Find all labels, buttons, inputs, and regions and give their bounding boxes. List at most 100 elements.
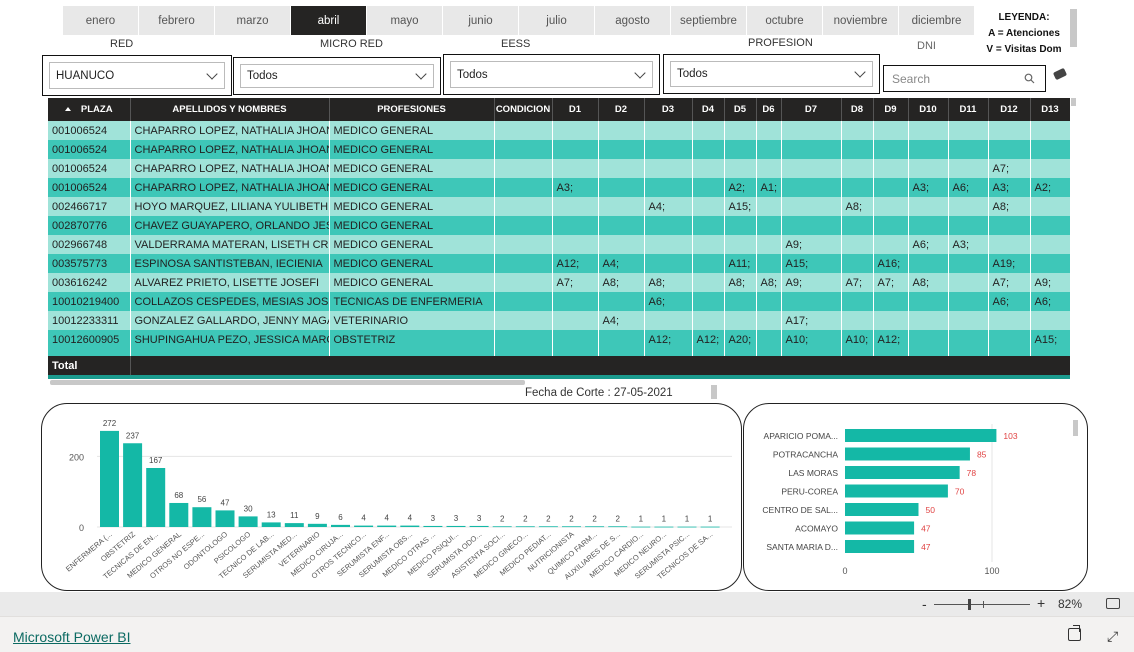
- bar[interactable]: [354, 525, 374, 527]
- zoom-out-button[interactable]: -: [922, 596, 927, 612]
- chart-scrollbar[interactable]: [1073, 420, 1078, 436]
- column-header-d3[interactable]: D3: [644, 98, 693, 121]
- month-mayo[interactable]: mayo: [367, 6, 442, 35]
- zoom-slider-track[interactable]: [934, 604, 1030, 605]
- zoom-slider-thumb[interactable]: [968, 599, 971, 610]
- profesion-dropdown[interactable]: Todos: [663, 54, 880, 94]
- table-cell: [724, 216, 757, 235]
- eess-dropdown[interactable]: Todos: [443, 54, 660, 95]
- bar[interactable]: [400, 525, 420, 527]
- bar[interactable]: [515, 526, 535, 528]
- column-header-d11[interactable]: D11: [948, 98, 989, 121]
- bar[interactable]: [492, 526, 512, 528]
- bar[interactable]: [377, 525, 397, 527]
- bar[interactable]: [700, 526, 720, 528]
- table-row[interactable]: 001006524 CHAPARRO LOPEZ, NATHALIA JHOAN M…: [48, 159, 1070, 178]
- bar[interactable]: [100, 430, 119, 527]
- table-row[interactable]: 10010219400 COLLAZOS CESPEDES, MESIAS JOS…: [48, 292, 1070, 311]
- bar[interactable]: [261, 522, 281, 527]
- month-julio[interactable]: julio: [519, 6, 594, 35]
- month-marzo[interactable]: marzo: [215, 6, 290, 35]
- table-row[interactable]: 001006524 CHAPARRO LOPEZ, NATHALIA JHOAN M…: [48, 178, 1070, 197]
- column-header-d1[interactable]: D1: [552, 98, 599, 121]
- zoom-in-button[interactable]: +: [1037, 595, 1045, 611]
- bar[interactable]: [169, 502, 189, 527]
- table-row[interactable]: 002466717 HOYO MARQUEZ, LILIANA YULIBETH M…: [48, 197, 1070, 216]
- column-header-d7[interactable]: D7: [781, 98, 842, 121]
- fit-page-icon[interactable]: [1106, 598, 1120, 609]
- month-febrero[interactable]: febrero: [139, 6, 214, 35]
- fecha-scrollbar[interactable]: [711, 385, 717, 399]
- bar[interactable]: [123, 443, 143, 527]
- table-horizontal-scrollbar[interactable]: [50, 380, 525, 385]
- column-header-d10[interactable]: D10: [908, 98, 949, 121]
- bar[interactable]: [845, 521, 915, 535]
- bar[interactable]: [654, 526, 674, 528]
- micro-red-dropdown[interactable]: Todos: [233, 57, 441, 95]
- bar[interactable]: [631, 526, 651, 528]
- bar[interactable]: [845, 447, 970, 461]
- bar[interactable]: [562, 526, 581, 528]
- bar[interactable]: [845, 540, 915, 553]
- bar[interactable]: [446, 525, 466, 527]
- month-octubre[interactable]: octubre: [747, 6, 822, 35]
- red-dropdown[interactable]: HUANUCO: [42, 55, 232, 96]
- column-header-d13[interactable]: D13: [1030, 98, 1070, 121]
- bar[interactable]: [677, 526, 697, 528]
- bar[interactable]: [538, 526, 558, 528]
- column-header-d8[interactable]: D8: [841, 98, 874, 121]
- bar[interactable]: [307, 523, 327, 527]
- sort-ascending-icon[interactable]: [64, 107, 71, 112]
- bar[interactable]: [215, 510, 235, 527]
- dni-search-input[interactable]: Search: [883, 65, 1046, 92]
- month-abril[interactable]: abril: [291, 6, 366, 35]
- month-junio[interactable]: junio: [443, 6, 518, 35]
- bar[interactable]: [845, 466, 960, 479]
- table-cell: [1030, 159, 1070, 178]
- table-row[interactable]: 10012600905 SHUPINGAHUA PEZO, JESSICA MAR…: [48, 330, 1070, 349]
- month-agosto[interactable]: agosto: [595, 6, 670, 35]
- column-header-d5[interactable]: D5: [724, 98, 757, 121]
- table-vertical-scrollbar[interactable]: [1071, 98, 1076, 106]
- table-row[interactable]: 003575773 ESPINOSA SANTISTEBAN, IECIENIA M…: [48, 254, 1070, 273]
- bar[interactable]: [423, 525, 443, 527]
- month-enero[interactable]: enero: [63, 6, 138, 35]
- table-row[interactable]: 001006524 CHAPARRO LOPEZ, NATHALIA JHOAN M…: [48, 121, 1070, 140]
- column-header-d12[interactable]: D12: [988, 98, 1031, 121]
- category-label: LAS MORAS: [788, 468, 838, 478]
- month-septiembre[interactable]: septiembre: [671, 6, 746, 35]
- bar[interactable]: [845, 429, 997, 442]
- power-bi-link[interactable]: Microsoft Power BI: [13, 629, 130, 645]
- column-header-d6[interactable]: D6: [756, 98, 782, 121]
- legend-scrollbar[interactable]: [1070, 9, 1077, 47]
- table-row[interactable]: 10012233311 GONZALEZ GALLARDO, JENNY MAGA…: [48, 311, 1070, 330]
- bar[interactable]: [146, 467, 166, 527]
- column-header-d4[interactable]: D4: [692, 98, 725, 121]
- column-header-profesiones[interactable]: PROFESIONES: [329, 98, 495, 121]
- month-noviembre[interactable]: noviembre: [823, 6, 898, 35]
- red-label: RED: [110, 38, 134, 50]
- month-diciembre[interactable]: diciembre: [899, 6, 974, 35]
- eraser-icon[interactable]: [1052, 67, 1068, 81]
- bar[interactable]: [331, 524, 350, 527]
- table-row[interactable]: 002966748 VALDERRAMA MATERAN, LISETH CRI M…: [48, 235, 1070, 254]
- table-row[interactable]: 003616242 ALVAREZ PRIETO, LISETTE JOSEFI M…: [48, 273, 1070, 292]
- column-header-condicion[interactable]: CONDICION: [494, 98, 553, 121]
- share-icon[interactable]: [1068, 625, 1081, 641]
- bar[interactable]: [469, 525, 489, 527]
- fullscreen-icon[interactable]: ⤢: [1107, 628, 1118, 645]
- bar[interactable]: [845, 484, 948, 498]
- column-header-d2[interactable]: D2: [598, 98, 645, 121]
- data-label: 6: [338, 513, 343, 522]
- column-header-plaza[interactable]: PLAZA: [48, 98, 131, 121]
- table-row[interactable]: 002870776 CHAVEZ GUAYAPERO, ORLANDO JESU M…: [48, 216, 1070, 235]
- bar[interactable]: [845, 503, 919, 516]
- bar[interactable]: [192, 507, 212, 527]
- table-row[interactable]: 001006524 CHAPARRO LOPEZ, NATHALIA JHOAN M…: [48, 140, 1070, 159]
- column-header-apellidos-y-nombres[interactable]: APELLIDOS Y NOMBRES: [130, 98, 330, 121]
- bar[interactable]: [238, 516, 258, 527]
- bar[interactable]: [284, 523, 304, 527]
- column-header-d9[interactable]: D9: [873, 98, 909, 121]
- bar[interactable]: [585, 526, 605, 528]
- bar[interactable]: [608, 526, 628, 528]
